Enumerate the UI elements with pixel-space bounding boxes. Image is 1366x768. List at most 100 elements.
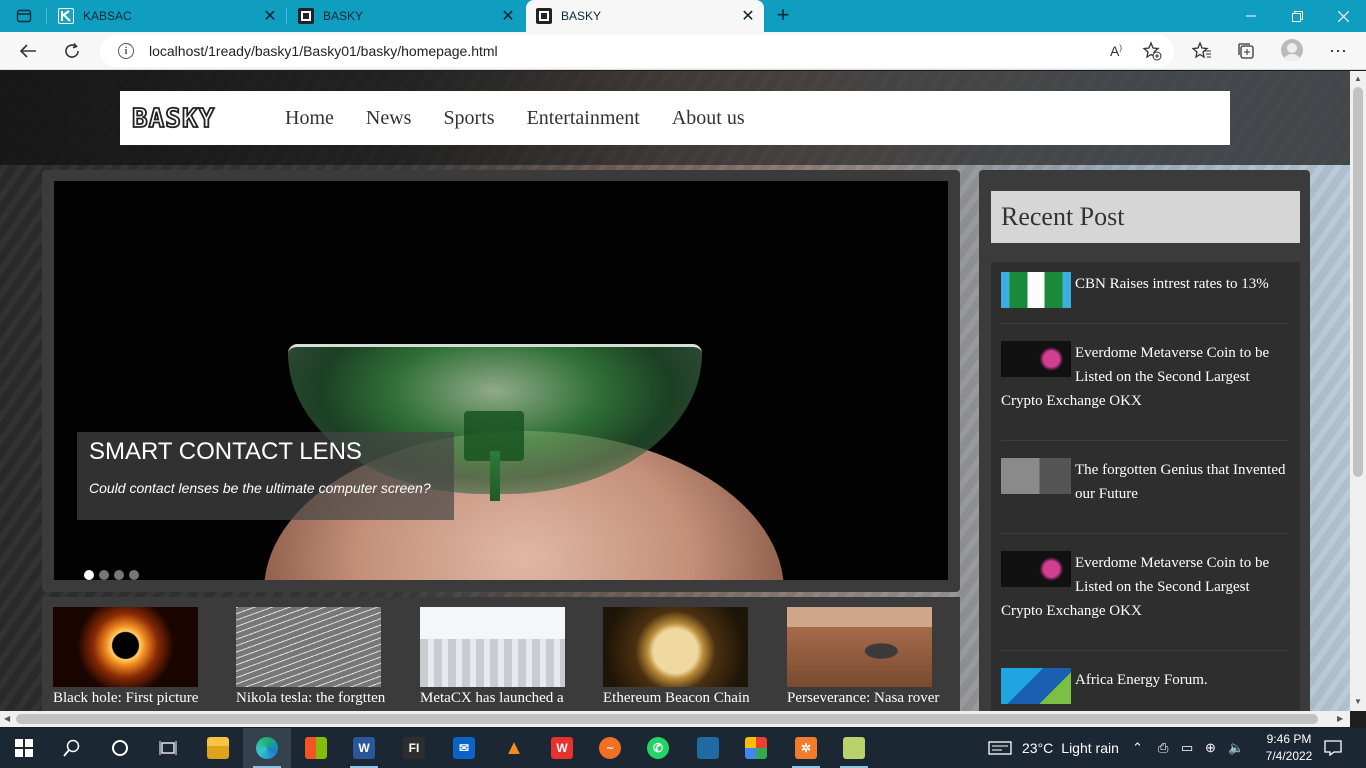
nav-entertainment[interactable]: Entertainment xyxy=(527,107,640,130)
tab-actions-button[interactable] xyxy=(8,6,40,26)
edge-button[interactable] xyxy=(243,728,291,768)
word-button[interactable]: W xyxy=(340,728,388,768)
thumbnail-label: Perseverance: Nasa rover xyxy=(787,690,940,706)
slider-dot-2[interactable] xyxy=(99,570,109,580)
kabsac-favicon-icon xyxy=(58,8,74,24)
app-blue-icon xyxy=(697,737,719,759)
slider-dots xyxy=(84,570,139,580)
file-explorer-button[interactable] xyxy=(194,728,242,768)
recent-post-item[interactable]: CBN Raises intrest rates to 13% xyxy=(1001,272,1289,324)
weather-widget[interactable]: 23°C Light rain xyxy=(988,728,1119,768)
recent-post-item[interactable]: Everdome Metaverse Coin to be Listed on … xyxy=(1001,551,1289,651)
vertical-scroll-thumb[interactable] xyxy=(1353,87,1363,477)
recent-post-item[interactable]: Africa Energy Forum. xyxy=(1001,668,1289,711)
minimize-button[interactable] xyxy=(1228,0,1274,32)
volume-button[interactable]: 🔈 xyxy=(1228,728,1244,768)
browser-tab-basky-active[interactable]: BASKY ✕ xyxy=(526,0,764,32)
mail-button[interactable]: ✉ xyxy=(440,728,488,768)
fl-studio-button[interactable]: FI xyxy=(390,728,438,768)
cortana-button[interactable] xyxy=(96,728,144,768)
address-bar[interactable]: i localhost/1ready/basky1/Basky01/basky/… xyxy=(100,35,1174,67)
vertical-scrollbar[interactable]: ▲ ▼ xyxy=(1350,71,1366,711)
nav-home[interactable]: Home xyxy=(285,107,334,130)
metacx-image xyxy=(420,607,565,687)
scroll-up-icon[interactable]: ▲ xyxy=(1354,74,1362,83)
tab-separator xyxy=(286,8,287,24)
thumbnail-card[interactable]: Perseverance: Nasa rover xyxy=(776,607,946,706)
minimize-icon xyxy=(1246,15,1256,17)
scroll-right-icon[interactable]: ▶ xyxy=(1337,714,1343,723)
new-tab-button[interactable]: + xyxy=(772,4,794,26)
close-icon xyxy=(1337,10,1349,22)
start-button[interactable] xyxy=(0,728,48,768)
thumbnail-label: Nikola tesla: the forgtten xyxy=(236,690,386,706)
restore-button[interactable] xyxy=(1274,0,1320,32)
app-grid-button[interactable] xyxy=(732,728,780,768)
app-grid-icon xyxy=(745,737,767,759)
soundcloud-button[interactable]: ~ xyxy=(586,728,634,768)
favorites-button[interactable] xyxy=(1188,38,1216,64)
browser-tab-basky[interactable]: BASKY ✕ xyxy=(288,0,524,32)
nav-about-us[interactable]: About us xyxy=(672,107,745,130)
notifications-button[interactable] xyxy=(1324,728,1342,768)
tab-title: KABSAC xyxy=(83,9,132,23)
browser-tab-kabsac[interactable]: KABSAC ✕ xyxy=(48,0,286,32)
notepad-icon xyxy=(843,737,865,759)
nav-sports[interactable]: Sports xyxy=(443,107,494,130)
scroll-left-icon[interactable]: ◀ xyxy=(4,714,10,723)
tray-icon[interactable]: ⎙ xyxy=(1158,728,1168,768)
scroll-down-icon[interactable]: ▼ xyxy=(1354,697,1362,706)
thumbnail-card[interactable]: Ethereum Beacon Chain xyxy=(592,607,762,706)
cortana-circle-icon xyxy=(112,740,128,756)
notepad-button[interactable] xyxy=(830,728,878,768)
system-clock[interactable]: 9:46 PM 7/4/2022 xyxy=(1258,731,1320,765)
battery-button[interactable]: ▭ xyxy=(1181,728,1193,768)
vlc-button[interactable]: ▲ xyxy=(490,728,538,768)
notification-icon xyxy=(1324,740,1342,756)
refresh-button[interactable] xyxy=(58,38,86,64)
globe-icon: ⊕ xyxy=(1205,740,1216,755)
thumbnail-card[interactable]: Nikola tesla: the forgtten xyxy=(225,607,395,706)
horizontal-scrollbar[interactable]: ◀ ▶ xyxy=(0,711,1350,727)
collections-button[interactable] xyxy=(1232,38,1260,64)
recent-post-text: CBN Raises intrest rates to 13% xyxy=(1075,276,1269,292)
recent-post-item[interactable]: The forgotten Genius that Invented our F… xyxy=(1001,458,1289,534)
whatsapp-button[interactable]: ✆ xyxy=(634,728,682,768)
thumbnail-card[interactable]: Black hole: First picture xyxy=(42,607,212,706)
app-button[interactable] xyxy=(684,728,732,768)
tab-close-icon[interactable]: ✕ xyxy=(738,6,758,26)
store-icon xyxy=(305,737,327,759)
tab-close-icon[interactable]: ✕ xyxy=(498,6,518,26)
network-button[interactable]: ⊕ xyxy=(1205,728,1216,768)
xampp-button[interactable]: ✲ xyxy=(782,728,830,768)
site-info-icon[interactable]: i xyxy=(118,43,134,59)
listing-soon-image xyxy=(1001,551,1071,587)
horizontal-scroll-thumb[interactable] xyxy=(16,714,1318,724)
add-favorite-button[interactable] xyxy=(1138,38,1166,64)
refresh-icon xyxy=(65,42,79,58)
folder-icon xyxy=(207,737,229,759)
nav-news[interactable]: News xyxy=(366,107,412,130)
tab-close-icon[interactable]: ✕ xyxy=(260,6,280,26)
close-window-button[interactable] xyxy=(1320,0,1366,32)
sidebar-title: Recent Post xyxy=(991,191,1300,243)
search-button[interactable] xyxy=(48,728,96,768)
hero-slider[interactable]: SMART CONTACT LENS Could contact lenses … xyxy=(54,181,948,580)
recent-post-item[interactable]: Everdome Metaverse Coin to be Listed on … xyxy=(1001,341,1289,441)
settings-menu-button[interactable]: ⋯ xyxy=(1324,38,1352,64)
profile-avatar[interactable] xyxy=(1281,39,1303,61)
back-button[interactable] xyxy=(14,38,42,64)
store-button[interactable] xyxy=(292,728,340,768)
read-aloud-button[interactable]: A) xyxy=(1102,38,1130,64)
mail-icon: ✉ xyxy=(453,737,475,759)
task-view-button[interactable] xyxy=(144,728,192,768)
slider-dot-3[interactable] xyxy=(114,570,124,580)
slider-dot-4[interactable] xyxy=(129,570,139,580)
basky-logo[interactable]: BASKY xyxy=(130,105,264,131)
show-hidden-icons-button[interactable]: ⌃ xyxy=(1132,728,1143,768)
wps-button[interactable]: W xyxy=(538,728,586,768)
tab-title: BASKY xyxy=(323,9,364,23)
slider-dot-1[interactable] xyxy=(84,570,94,580)
mars-rover-image xyxy=(787,607,932,687)
thumbnail-card[interactable]: MetaCX has launched a xyxy=(409,607,579,706)
